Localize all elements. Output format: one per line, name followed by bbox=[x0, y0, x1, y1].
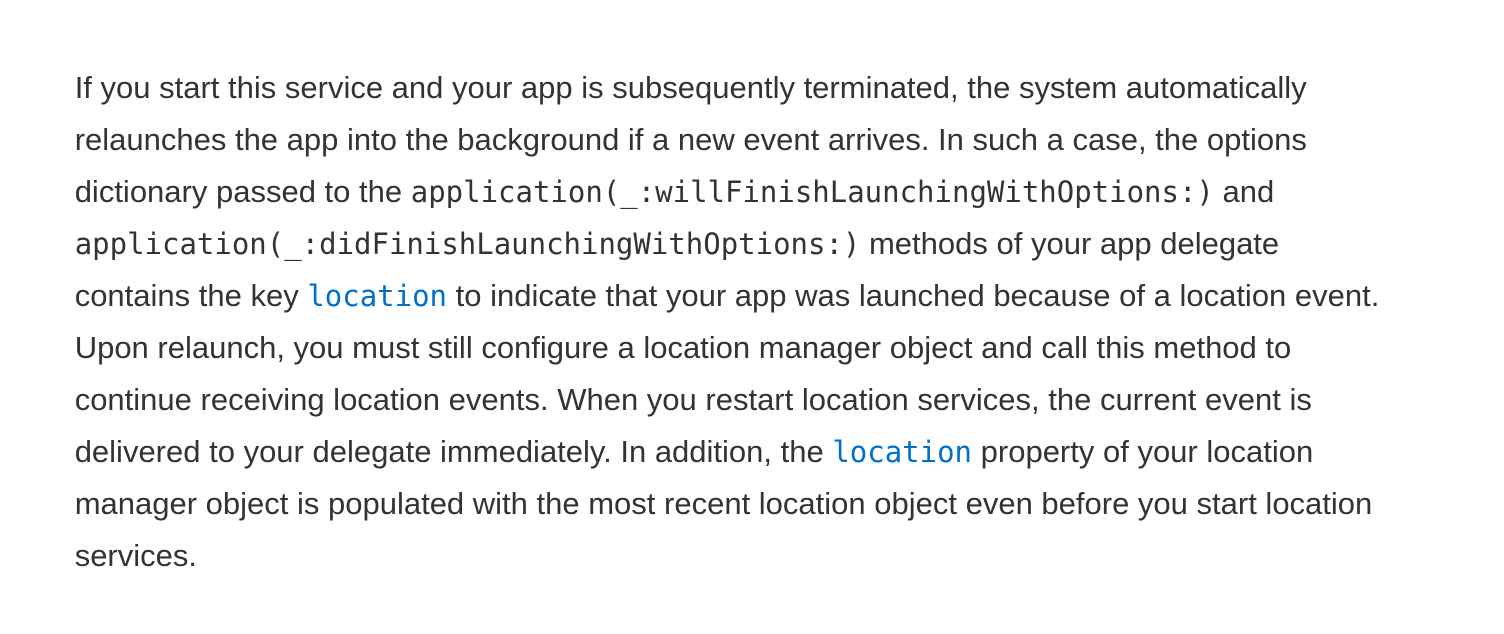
paragraph-line: manager object is populated with the mos… bbox=[23, 426, 1373, 582]
line-text: manager object is populated with the mos… bbox=[74, 486, 1373, 521]
paragraph-line: services. bbox=[23, 478, 197, 634]
document-body: If you start this service and your app i… bbox=[0, 0, 1504, 573]
line-text: services. bbox=[74, 538, 197, 573]
